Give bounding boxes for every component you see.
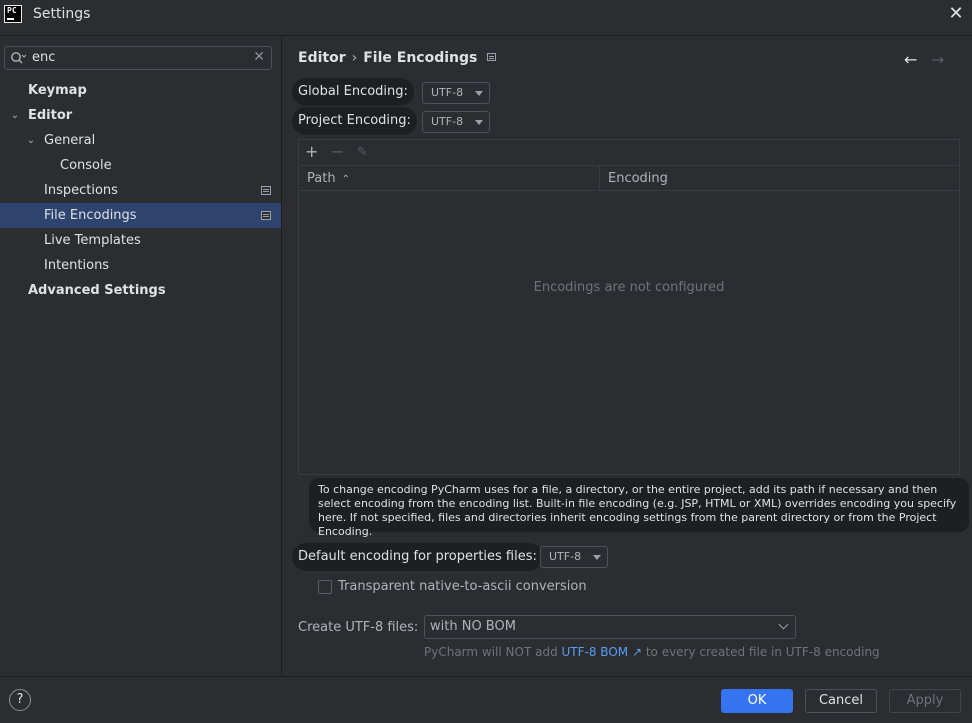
- tree-item-editor[interactable]: ⌄ Editor: [0, 103, 281, 128]
- project-encoding-select[interactable]: UTF-8: [422, 111, 490, 133]
- native-to-ascii-label[interactable]: Transparent native-to-ascii conversion: [338, 579, 587, 594]
- tree-item-console[interactable]: Console: [0, 153, 281, 178]
- column-header-label: Path: [307, 171, 336, 186]
- column-header-label: Encoding: [608, 171, 668, 186]
- utf8-bom-link[interactable]: UTF-8 BOM ↗: [562, 645, 642, 659]
- clear-search-icon[interactable]: ✕: [253, 49, 265, 65]
- tree-item-keymap[interactable]: Keymap: [0, 78, 281, 103]
- project-settings-icon: [261, 211, 271, 220]
- project-encoding-label: Project Encoding:: [292, 107, 417, 135]
- chevron-down-icon[interactable]: ⌄: [25, 128, 37, 153]
- tree-item-advanced-settings[interactable]: Advanced Settings: [0, 278, 281, 303]
- project-settings-icon: [261, 186, 271, 195]
- tree-item-label: General: [44, 133, 96, 148]
- global-encoding-value: UTF-8: [431, 86, 464, 99]
- column-header-path[interactable]: Path ⌃: [299, 166, 600, 191]
- title-bar: PC Settings ✕: [0, 0, 972, 30]
- encodings-table: + − ✎ Path ⌃ Encoding Encodings are not c…: [298, 139, 960, 475]
- project-encoding-value: UTF-8: [431, 115, 464, 128]
- settings-sidebar: enc ✕ Keymap ⌄ Editor ⌄ General Console …: [0, 36, 282, 676]
- tree-item-label: Editor: [28, 108, 73, 123]
- table-toolbar: + − ✎: [299, 140, 959, 166]
- column-header-encoding[interactable]: Encoding: [600, 166, 959, 191]
- dropdown-arrow-icon: [593, 555, 601, 560]
- tree-item-inspections[interactable]: Inspections: [0, 178, 281, 203]
- properties-encoding-value: UTF-8: [549, 550, 582, 563]
- tree-item-intentions[interactable]: Intentions: [0, 253, 281, 278]
- search-input[interactable]: enc: [32, 50, 55, 65]
- global-encoding-select[interactable]: UTF-8: [422, 82, 490, 104]
- ok-button[interactable]: OK: [721, 689, 793, 713]
- dropdown-arrow-icon: [475, 120, 483, 125]
- tree-item-label: Inspections: [44, 183, 118, 198]
- settings-search-field[interactable]: enc ✕: [4, 46, 272, 70]
- window-title: Settings: [33, 6, 91, 22]
- apply-button: Apply: [889, 689, 961, 713]
- properties-encoding-label: Default encoding for properties files:: [292, 543, 543, 571]
- global-encoding-label: Global Encoding:: [292, 78, 414, 106]
- chevron-down-icon: [778, 619, 789, 630]
- tree-item-file-encodings[interactable]: File Encodings: [0, 203, 281, 228]
- bom-note-prefix: PyCharm will NOT add: [424, 645, 558, 659]
- bom-note: PyCharm will NOT add UTF-8 BOM ↗ to ever…: [424, 645, 880, 659]
- tree-item-label: Advanced Settings: [28, 283, 166, 298]
- tree-item-label: Keymap: [28, 83, 87, 98]
- properties-encoding-select[interactable]: UTF-8: [540, 546, 608, 568]
- bom-note-suffix: to every created file in UTF-8 encoding: [645, 645, 880, 659]
- chevron-down-icon[interactable]: ⌄: [9, 103, 21, 128]
- search-icon: [11, 52, 26, 64]
- cancel-button[interactable]: Cancel: [805, 689, 877, 713]
- breadcrumb: Editor › File Encodings: [298, 50, 497, 66]
- tree-item-label: Console: [60, 158, 112, 173]
- dropdown-arrow-icon: [475, 91, 483, 96]
- edit-pencil-icon: ✎: [357, 145, 368, 160]
- tree-item-general[interactable]: ⌄ General: [0, 128, 281, 153]
- forward-arrow-icon: →: [931, 50, 945, 69]
- back-arrow-icon[interactable]: ←: [904, 50, 917, 69]
- breadcrumb-separator: ›: [351, 50, 358, 66]
- remove-icon: −: [331, 142, 345, 161]
- encoding-hint-tooltip: To change encoding PyCharm uses for a fi…: [309, 478, 969, 538]
- create-utf8-label: Create UTF-8 files:: [298, 620, 419, 635]
- create-utf8-select[interactable]: with NO BOM: [424, 615, 796, 639]
- empty-table-text: Encodings are not configured: [533, 280, 725, 295]
- create-utf8-value: with NO BOM: [430, 619, 516, 634]
- sort-ascending-icon: ⌃: [341, 174, 350, 185]
- help-button[interactable]: ?: [9, 689, 31, 711]
- table-header: Path ⌃ Encoding: [299, 166, 959, 191]
- tree-item-label: Intentions: [44, 258, 110, 273]
- tree-item-live-templates[interactable]: Live Templates: [0, 228, 281, 253]
- pycharm-logo: PC: [4, 5, 22, 23]
- tree-item-label: Live Templates: [44, 233, 141, 248]
- native-to-ascii-checkbox[interactable]: [318, 580, 332, 594]
- tree-item-label: File Encodings: [44, 208, 137, 223]
- settings-content: Editor › File Encodings ← → Global Encodin…: [282, 36, 972, 676]
- add-icon[interactable]: +: [305, 143, 318, 161]
- close-icon[interactable]: ✕: [948, 5, 964, 23]
- breadcrumb-parent[interactable]: Editor: [298, 50, 346, 66]
- project-settings-icon: [487, 53, 497, 61]
- breadcrumb-current: File Encodings: [363, 50, 478, 66]
- dialog-footer: ? OK Cancel Apply: [0, 676, 972, 723]
